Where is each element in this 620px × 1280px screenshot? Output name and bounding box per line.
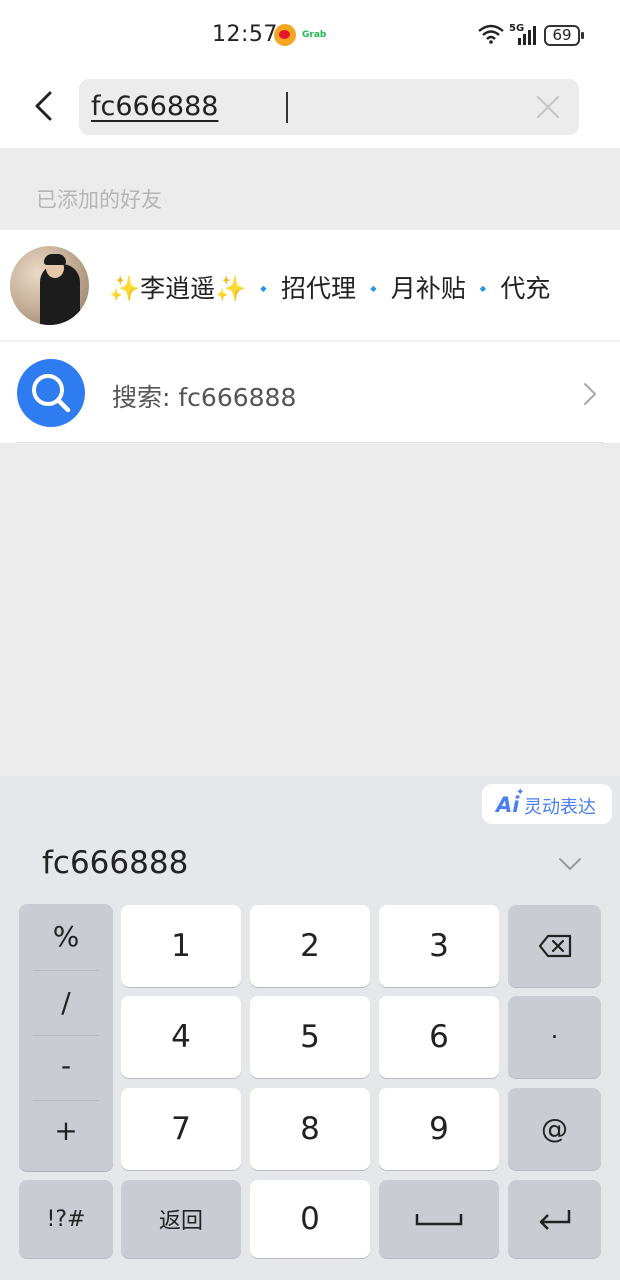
key-1[interactable]: 1 <box>121 905 241 987</box>
signal-icon <box>518 26 536 45</box>
space-icon <box>415 1214 463 1226</box>
key-plus[interactable]: + <box>19 1098 113 1162</box>
status-bar: 12:57 Grab 5G 69 <box>0 0 620 70</box>
key-0[interactable]: 0 <box>250 1180 370 1258</box>
backspace-button[interactable] <box>508 905 601 987</box>
search-input[interactable]: fc666888 <box>79 79 579 135</box>
status-time: 12:57 <box>212 22 278 47</box>
key-slash[interactable]: / <box>19 970 113 1034</box>
key-9[interactable]: 9 <box>379 1088 499 1170</box>
key-percent[interactable]: % <box>19 904 113 968</box>
backspace-icon <box>538 934 571 958</box>
wifi-icon <box>478 24 504 44</box>
friend-name: ✨李逍遥✨ 🔹 招代理 🔹 月补贴 🔹 代充 <box>109 274 551 303</box>
section-label-added-friends: 已添加的好友 <box>36 188 162 212</box>
ai-expression-label: 灵动表达 <box>524 797 596 818</box>
back-arrow-icon[interactable] <box>26 86 66 126</box>
ai-expression-button[interactable]: Ai ✦ 灵动表达 <box>482 784 612 824</box>
grab-icon: Grab <box>302 30 327 40</box>
chevron-right-icon <box>584 383 596 405</box>
space-key[interactable] <box>379 1180 499 1258</box>
key-3[interactable]: 3 <box>379 905 499 987</box>
key-at[interactable]: @ <box>508 1088 601 1170</box>
search-header: fc666888 <box>0 70 620 148</box>
text-cursor <box>286 92 288 123</box>
key-minus[interactable]: - <box>19 1033 113 1097</box>
candidate-text[interactable]: fc666888 <box>42 845 188 881</box>
search-icon <box>17 359 85 427</box>
search-network-row[interactable]: 搜索: fc666888 <box>0 341 620 443</box>
weibo-icon <box>274 24 296 46</box>
key-8[interactable]: 8 <box>250 1088 370 1170</box>
battery-icon: 69 <box>544 25 584 46</box>
key-dot[interactable]: · <box>508 996 601 1078</box>
back-key[interactable]: 返回 <box>121 1180 241 1258</box>
search-row-label: 搜索: fc666888 <box>112 383 297 412</box>
key-2[interactable]: 2 <box>250 905 370 987</box>
search-input-text[interactable]: fc666888 <box>91 91 218 122</box>
battery-level: 69 <box>552 26 572 44</box>
enter-key[interactable] <box>508 1180 601 1258</box>
clear-icon[interactable] <box>535 94 561 120</box>
divider <box>16 442 604 443</box>
key-7[interactable]: 7 <box>121 1088 241 1170</box>
key-6[interactable]: 6 <box>379 996 499 1078</box>
punctuation-key[interactable]: !?# <box>19 1180 113 1258</box>
numeric-keyboard: Ai ✦ 灵动表达 fc666888 % / - + 1 2 3 4 5 6 ·… <box>0 776 620 1280</box>
friend-result-row[interactable]: ✨李逍遥✨ 🔹 招代理 🔹 月补贴 🔹 代充 <box>0 230 620 340</box>
enter-icon <box>539 1210 570 1230</box>
symbol-column: % / - + <box>19 904 113 1171</box>
key-5[interactable]: 5 <box>250 996 370 1078</box>
chevron-down-icon[interactable] <box>558 856 582 872</box>
avatar <box>10 246 89 325</box>
key-4[interactable]: 4 <box>121 996 241 1078</box>
